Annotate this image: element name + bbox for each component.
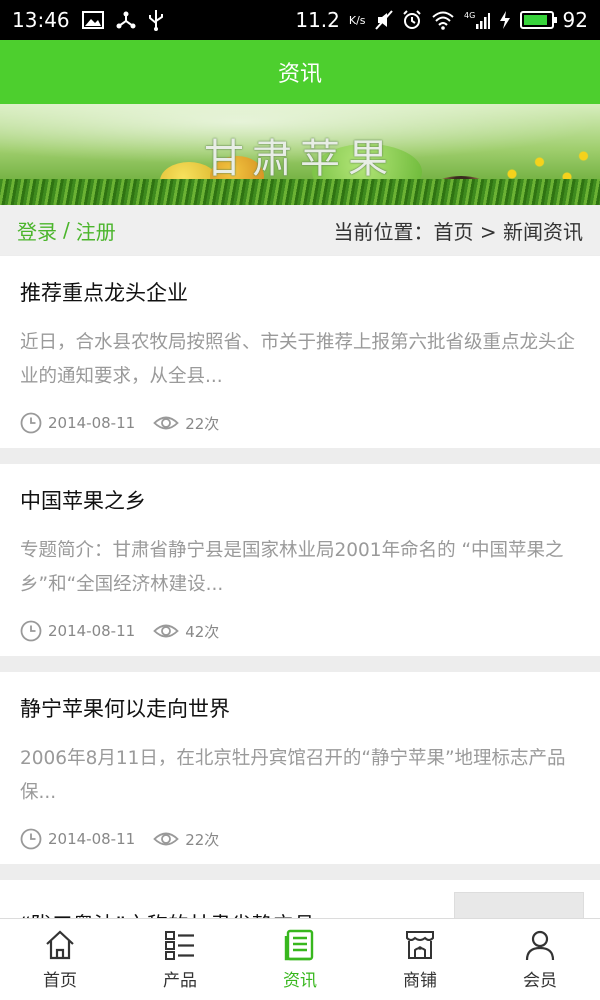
news-date: 2014-08-11 xyxy=(48,622,136,640)
news-summary: 2006年8月11日，在北京牡丹宾馆召开的“静宁苹果”地理标志产品保... xyxy=(20,748,566,803)
news-views: 22次 xyxy=(185,414,220,433)
news-title: 静宁苹果何以走向世界 xyxy=(20,697,230,721)
news-views: 42次 xyxy=(185,622,220,641)
svg-text:4G: 4G xyxy=(464,11,475,20)
clock-icon xyxy=(20,412,42,434)
signal-4g-icon: 4G xyxy=(464,10,490,30)
news-views: 22次 xyxy=(185,830,220,849)
news-item[interactable]: 中国苹果之乡 专题简介：甘肃省静宁县是国家林业局2001年命名的 “中国苹果之乡… xyxy=(0,464,600,656)
news-title: 推荐重点龙头企业 xyxy=(20,281,188,305)
news-summary: 专题简介：甘肃省静宁县是国家林业局2001年命名的 “中国苹果之乡”和“全国经济… xyxy=(20,540,564,595)
mute-icon xyxy=(374,10,393,30)
clock-icon xyxy=(20,620,42,642)
home-icon xyxy=(46,930,74,960)
status-bar: 13:46 11.2 K/s 4G 92 xyxy=(0,0,600,40)
list-icon xyxy=(165,931,194,960)
news-date: 2014-08-11 xyxy=(48,414,136,432)
news-title: 中国苹果之乡 xyxy=(20,489,146,513)
register-link[interactable]: 注册 xyxy=(76,216,116,245)
news-meta: 2014-08-11 22次 xyxy=(20,412,580,434)
nav-home-label: 首页 xyxy=(43,971,77,991)
banner-title: 甘肃苹果 xyxy=(204,136,396,182)
eye-icon xyxy=(153,412,179,434)
news-list: 推荐重点龙头企业 近日，合水县农牧局按照省、市关于推荐上报第六批省级重点龙头企业… xyxy=(0,256,600,956)
nav-member-label: 会员 xyxy=(523,971,557,991)
breadcrumb: 当前位置：首页 > 新闻资讯 xyxy=(333,219,583,244)
wifi-icon xyxy=(431,10,455,30)
news-icon xyxy=(284,929,314,961)
clock-icon xyxy=(20,828,42,850)
bottom-nav: 首页 产品 资讯 商铺 会员 xyxy=(0,918,600,1000)
eye-icon xyxy=(153,828,179,850)
usb-icon xyxy=(148,9,164,31)
nav-news[interactable]: 资讯 xyxy=(240,919,360,1000)
image-icon xyxy=(81,11,104,29)
battery-level: 92 xyxy=(562,8,588,32)
login-link[interactable]: 登录 xyxy=(17,216,57,245)
login-register-separator: / xyxy=(63,218,70,242)
nav-shops[interactable]: 商铺 xyxy=(360,919,480,1000)
nav-member[interactable]: 会员 xyxy=(480,919,600,1000)
network-speed: 11.2 xyxy=(295,8,340,32)
battery-icon xyxy=(519,11,557,29)
news-meta: 2014-08-11 42次 xyxy=(20,620,580,642)
nav-products[interactable]: 产品 xyxy=(120,919,240,1000)
nav-home[interactable]: 首页 xyxy=(0,919,120,1000)
eye-icon xyxy=(153,620,179,642)
page-title: 资讯 xyxy=(277,62,322,87)
nav-products-label: 产品 xyxy=(163,971,197,991)
alarm-icon xyxy=(402,10,422,30)
news-summary: 近日，合水县农牧局按照省、市关于推荐上报第六批省级重点龙头企业的通知要求，从全县… xyxy=(20,332,576,387)
network-speed-unit: K/s xyxy=(348,13,366,27)
user-icon xyxy=(525,930,555,961)
usb-share-icon xyxy=(116,10,136,30)
nav-news-label: 资讯 xyxy=(283,971,317,991)
app-header: 资讯 xyxy=(0,40,600,104)
news-item[interactable]: 推荐重点龙头企业 近日，合水县农牧局按照省、市关于推荐上报第六批省级重点龙头企业… xyxy=(0,256,600,448)
banner-image: 甘肃苹果 xyxy=(0,104,600,205)
nav-shops-label: 商铺 xyxy=(403,971,437,991)
location-bar: 登录 / 注册 当前位置：首页 > 新闻资讯 xyxy=(0,205,600,255)
news-date: 2014-08-11 xyxy=(48,830,136,848)
charging-icon xyxy=(499,10,511,30)
news-meta: 2014-08-11 22次 xyxy=(20,828,580,850)
shop-icon xyxy=(406,931,434,959)
news-item[interactable]: 静宁苹果何以走向世界 2006年8月11日，在北京牡丹宾馆召开的“静宁苹果”地理… xyxy=(0,672,600,864)
clock: 13:46 xyxy=(12,8,70,32)
